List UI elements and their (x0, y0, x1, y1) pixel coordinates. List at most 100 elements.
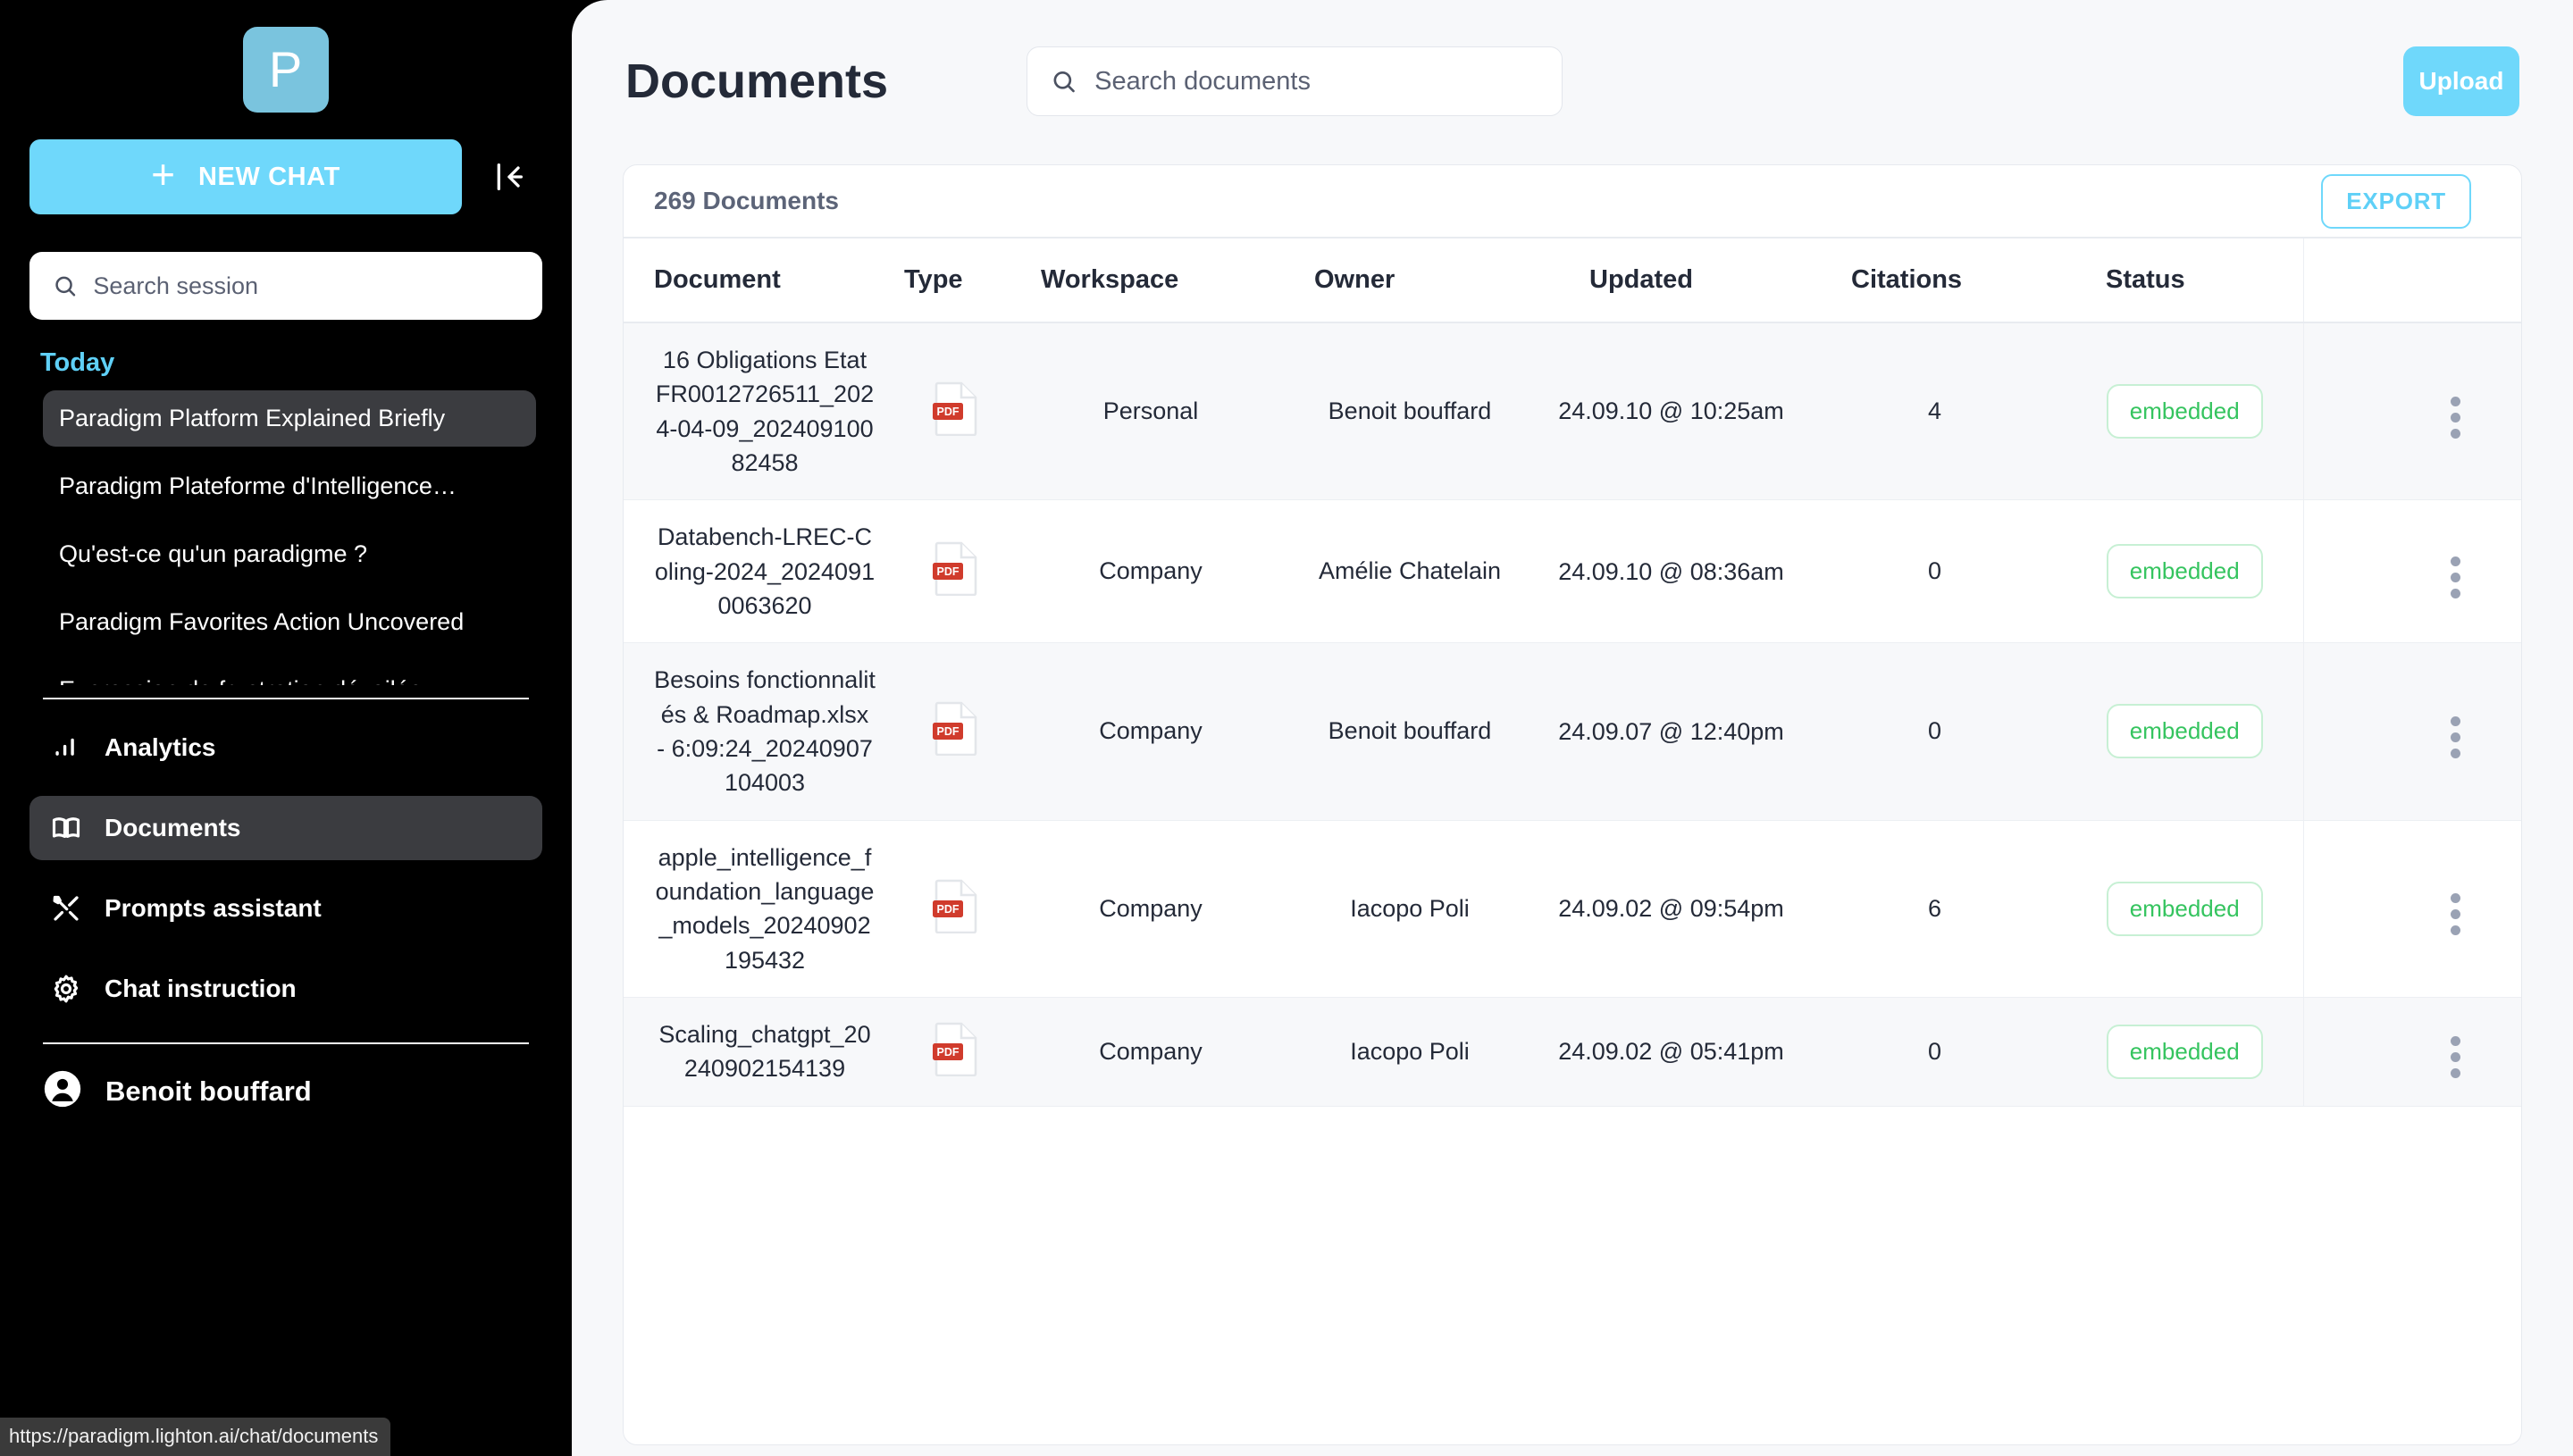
column-header-document[interactable]: Document (624, 238, 892, 323)
cell-updated: 24.09.02 @ 09:54pm (1539, 820, 1803, 998)
cell-actions (2302, 322, 2521, 501)
cell-document: 16 Obligations Etat FR0012726511_2024-04… (624, 322, 892, 501)
cell-document: Databench-LREC-Coling-2024_2024091006362… (624, 499, 892, 644)
cell-updated: 24.09.02 @ 05:41pm (1539, 997, 1803, 1107)
cell-document: Scaling_chatgpt_20240902154139 (624, 997, 892, 1107)
logo-container: P (0, 0, 572, 113)
document-count: 269 Documents (654, 187, 839, 214)
user-profile-row[interactable]: Benoit bouffard (0, 1044, 572, 1113)
session-item-3[interactable]: Paradigm Favorites Action Uncovered (43, 594, 536, 650)
pdf-file-icon: PDF (932, 381, 981, 437)
session-search-box[interactable] (29, 252, 542, 320)
column-header-status[interactable]: Status (2066, 238, 2303, 323)
cell-document: apple_intelligence_foundation_language_m… (624, 820, 892, 998)
sidebar-item-prompts-assistant[interactable]: Prompts assistant (29, 876, 542, 941)
cell-workspace: Company (1021, 642, 1280, 821)
export-button[interactable]: EXPORT (2321, 173, 2471, 229)
session-list: Paradigm Platform Explained Briefly Para… (0, 390, 572, 685)
cell-citations: 0 (1803, 499, 2066, 644)
sidebar-nav: Analytics Documents Prompts assistant Ch… (0, 699, 572, 1037)
cell-document: Besoins fonctionnalités & Roadmap.xlsx -… (624, 642, 892, 821)
page-title: Documents (625, 54, 889, 108)
table-row[interactable]: apple_intelligence_foundation_language_m… (624, 820, 2521, 998)
cell-owner: Benoit bouffard (1280, 322, 1539, 501)
cell-type: PDF (892, 820, 1021, 998)
pdf-file-icon: PDF (932, 1021, 981, 1077)
status-badge: embedded (2106, 704, 2263, 759)
kebab-menu-icon[interactable] (2450, 556, 2460, 598)
upload-button[interactable]: Upload (2403, 46, 2519, 116)
table-row[interactable]: Besoins fonctionnalités & Roadmap.xlsx -… (624, 642, 2521, 821)
cell-citations: 4 (1803, 322, 2066, 501)
cell-actions (2302, 499, 2521, 644)
kebab-menu-icon[interactable] (2450, 893, 2460, 936)
session-item-1[interactable]: Paradigm Plateforme d'Intelligence… (43, 458, 536, 515)
kebab-menu-icon[interactable] (2450, 396, 2460, 439)
column-header-updated[interactable]: Updated (1539, 238, 1803, 323)
main-content: Documents Upload 269 Documents EXPORT (572, 0, 2573, 1456)
cell-actions (2302, 820, 2521, 998)
svg-text:PDF: PDF (936, 406, 959, 418)
kebab-menu-icon[interactable] (2450, 715, 2460, 758)
cell-updated: 24.09.07 @ 12:40pm (1539, 642, 1803, 821)
document-search-box[interactable] (1027, 46, 1563, 116)
cell-workspace: Company (1021, 499, 1280, 644)
cell-updated: 24.09.10 @ 10:25am (1539, 322, 1803, 501)
cell-workspace: Company (1021, 820, 1280, 998)
cell-citations: 0 (1803, 642, 2066, 821)
cell-type: PDF (892, 322, 1021, 501)
column-header-workspace[interactable]: Workspace (1021, 238, 1280, 323)
gear-icon (49, 972, 83, 1006)
sidebar-item-chat-instruction[interactable]: Chat instruction (29, 957, 542, 1021)
status-bar-url: https://paradigm.lighton.ai/chat/documen… (0, 1418, 391, 1456)
new-chat-button[interactable]: + NEW CHAT (29, 139, 462, 214)
session-item-0[interactable]: Paradigm Platform Explained Briefly (43, 390, 536, 447)
column-header-owner[interactable]: Owner (1280, 238, 1539, 323)
tools-icon (49, 891, 83, 925)
cell-status: embedded (2066, 997, 2303, 1107)
sidebar-item-analytics[interactable]: Analytics (29, 715, 542, 780)
column-header-citations[interactable]: Citations (1803, 238, 2066, 323)
app-root: P + NEW CHAT Today Parad (0, 0, 2573, 1456)
cell-status: embedded (2066, 499, 2303, 644)
table-body: 16 Obligations Etat FR0012726511_2024-04… (624, 322, 2521, 1107)
new-chat-label: NEW CHAT (197, 162, 340, 191)
collapse-left-icon (497, 163, 523, 190)
search-icon (55, 276, 76, 297)
cell-actions (2302, 642, 2521, 821)
cell-owner: Iacopo Poli (1280, 820, 1539, 998)
user-name: Benoit bouffard (105, 1075, 312, 1107)
document-search-input[interactable] (1094, 66, 1539, 96)
column-header-actions (2302, 238, 2521, 323)
card-toolbar: 269 Documents EXPORT (624, 165, 2521, 238)
column-header-type[interactable]: Type (892, 238, 1021, 323)
session-item-2[interactable]: Qu'est-ce qu'un paradigme ? (43, 526, 536, 582)
page-header: Documents Upload (572, 0, 2573, 116)
cell-updated: 24.09.10 @ 08:36am (1539, 499, 1803, 644)
pdf-file-icon: PDF (932, 878, 981, 934)
sidebar-item-documents[interactable]: Documents (29, 796, 542, 860)
pdf-file-icon: PDF (932, 700, 981, 757)
pdf-file-icon: PDF (932, 540, 981, 597)
status-badge: embedded (2106, 1024, 2263, 1079)
cell-citations: 0 (1803, 997, 2066, 1107)
svg-text:PDF: PDF (936, 565, 959, 578)
cell-owner: Iacopo Poli (1280, 997, 1539, 1107)
documents-card: 269 Documents EXPORT Document Type Works… (623, 164, 2522, 1445)
table-row[interactable]: Scaling_chatgpt_20240902154139 PDF Compa… (624, 997, 2521, 1107)
table-row[interactable]: Databench-LREC-Coling-2024_2024091006362… (624, 499, 2521, 644)
svg-text:PDF: PDF (936, 725, 959, 738)
session-item-4[interactable]: Expression de frustration dévoilée (43, 662, 536, 685)
sidebar: P + NEW CHAT Today Parad (0, 0, 572, 1456)
session-search-input[interactable] (93, 272, 519, 300)
avatar-icon (43, 1069, 82, 1113)
table-row[interactable]: 16 Obligations Etat FR0012726511_2024-04… (624, 322, 2521, 501)
cell-citations: 6 (1803, 820, 2066, 998)
cell-status: embedded (2066, 642, 2303, 821)
new-chat-row: + NEW CHAT (0, 113, 572, 214)
book-icon (49, 811, 83, 845)
kebab-menu-icon[interactable] (2450, 1036, 2460, 1079)
plus-icon: + (151, 151, 175, 197)
paradigm-logo[interactable]: P (243, 27, 329, 113)
collapse-sidebar-button[interactable] (489, 156, 530, 197)
